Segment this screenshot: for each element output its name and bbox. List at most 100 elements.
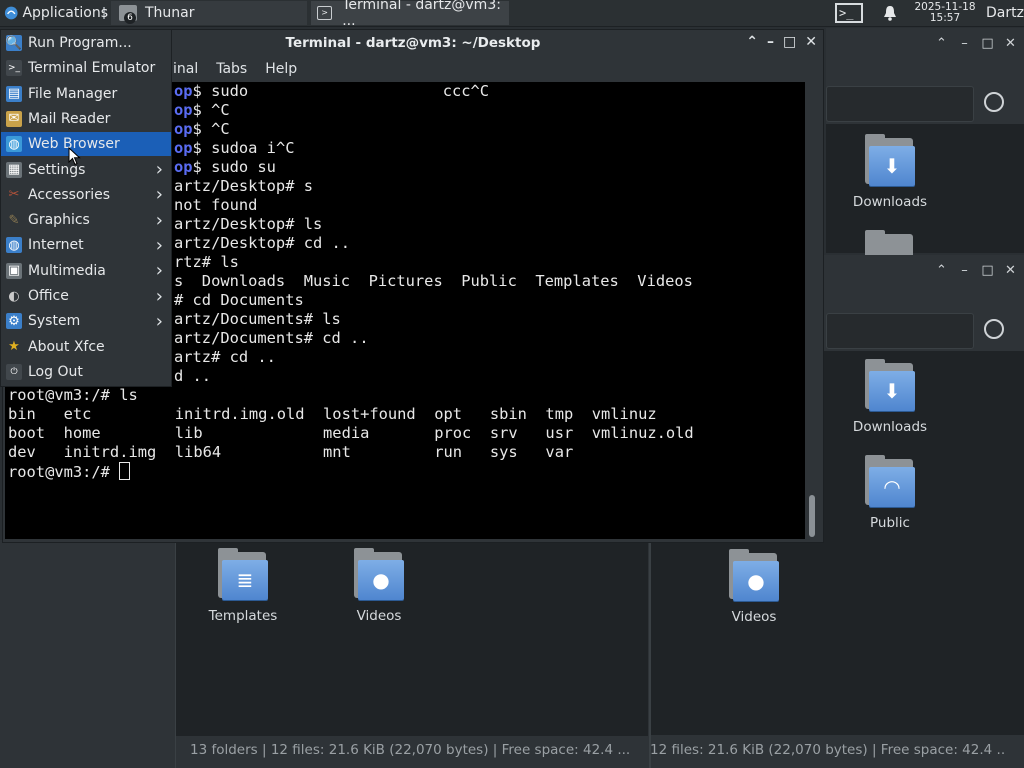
folder-label: Videos xyxy=(731,609,777,625)
file-manager-window-top-right: ⌃ – □ ✕ ⬇ Downloads xyxy=(826,28,1024,280)
prompt-fragment: op xyxy=(174,101,193,119)
folder-label: Downloads xyxy=(852,419,928,435)
menu-item-file-manager[interactable]: ▤ File Manager xyxy=(1,82,171,106)
folder-videos[interactable]: ● Videos xyxy=(329,548,429,624)
menu-item-run-program[interactable]: 🔍 Run Program... xyxy=(1,31,171,55)
terminal-text: artz/Documents# cd .. xyxy=(174,329,369,347)
restore-icon[interactable]: ⌃ xyxy=(934,263,949,278)
thunar-task-button[interactable]: 6 Thunar xyxy=(110,0,308,26)
mouse-pointer-icon xyxy=(68,147,81,166)
taskbar: Applications 6 Thunar > Terminal - dartz… xyxy=(0,0,1024,29)
maximize-icon[interactable]: □ xyxy=(783,34,796,50)
applications-menu: 🔍 Run Program... >_ Terminal Emulator ▤ File … xyxy=(0,29,172,387)
minimize-icon[interactable]: – xyxy=(957,263,972,278)
terminal-line: boot home lib media proc srv usr vmlinuz… xyxy=(8,424,694,443)
thunar-icon: 6 xyxy=(119,5,137,24)
logout-icon: ⏻ xyxy=(6,363,22,380)
maximize-icon[interactable]: □ xyxy=(980,36,995,51)
menu-tabs[interactable]: Tabs xyxy=(216,61,247,77)
globe-icon: ◍ xyxy=(6,136,22,153)
terminal-text: root@vm3:/# ls xyxy=(8,386,138,404)
menu-item-label: Office xyxy=(28,288,69,304)
menu-help[interactable]: Help xyxy=(265,61,297,77)
menu-item-system[interactable]: ⚙ System › xyxy=(1,309,171,333)
menu-item-about-xfce[interactable]: ★ About Xfce xyxy=(1,335,171,359)
star-icon: ★ xyxy=(8,339,20,355)
office-icon: ◐ xyxy=(8,288,20,304)
terminal-text: bin etc initrd.img.old lost+found opt sb… xyxy=(8,405,657,423)
maximize-icon[interactable]: □ xyxy=(980,263,995,278)
applications-menu-button[interactable]: Applications xyxy=(0,0,108,26)
clock[interactable]: 2025-11-18 15:57 xyxy=(906,0,984,26)
prompt-fragment: op xyxy=(174,139,193,157)
folder-downloads[interactable]: ⬇ Downloads xyxy=(840,359,940,435)
chevron-right-icon: › xyxy=(155,209,163,231)
search-icon[interactable] xyxy=(984,92,1004,112)
close-icon[interactable]: ✕ xyxy=(1003,36,1018,51)
notification-bell-icon[interactable] xyxy=(878,0,902,26)
folder-public[interactable]: ◠ Public xyxy=(840,455,940,531)
minimize-icon[interactable]: – xyxy=(957,36,972,51)
folder-label: Templates xyxy=(208,608,278,624)
menu-item-label: Terminal Emulator xyxy=(28,60,156,77)
folder-label: Videos xyxy=(356,608,402,624)
menu-item-label: About Xfce xyxy=(28,338,105,355)
scrollbar-thumb[interactable] xyxy=(809,495,815,537)
location-bar[interactable] xyxy=(826,86,974,122)
terminal-launcher-icon[interactable]: >_ xyxy=(832,0,866,26)
multimedia-icon: ▣ xyxy=(6,262,22,279)
menu-item-label: Log Out xyxy=(28,363,83,380)
terminal-text: root@vm3:/# xyxy=(8,463,120,481)
folder-downloads[interactable]: ⬇ Downloads xyxy=(840,134,940,210)
terminal-text: artz/Desktop# cd .. xyxy=(174,234,351,252)
system-icon: ⚙ xyxy=(6,313,22,330)
minimize-icon[interactable]: – xyxy=(767,34,774,50)
menu-item-settings[interactable]: ▦ Settings › xyxy=(1,158,171,182)
terminal-text: s Downloads Music Pictures Public Templa… xyxy=(174,272,693,290)
terminal-icon: > xyxy=(317,6,333,20)
terminal-text: boot home lib media proc srv usr vmlinuz… xyxy=(8,424,694,442)
close-icon[interactable]: ✕ xyxy=(805,34,817,50)
menu-item-label: Graphics xyxy=(28,212,90,229)
folder-label: Public xyxy=(870,515,910,531)
terminal-task-button[interactable]: > Terminal - dartz@vm3: ... xyxy=(310,0,510,29)
search-icon: 🔍 xyxy=(5,35,23,51)
menu-item-multimedia[interactable]: ▣ Multimedia › xyxy=(1,259,171,283)
settings-icon: ▦ xyxy=(6,161,22,178)
terminal-text: $ sudoa i^C xyxy=(192,139,295,157)
user-menu[interactable]: Dartz xyxy=(986,0,1024,26)
sidebar-divider xyxy=(175,540,176,768)
prompt-fragment: op xyxy=(174,158,193,176)
folder-templates[interactable]: ≣ Templates xyxy=(193,548,293,624)
menu-terminal[interactable]: inal xyxy=(173,61,198,77)
menu-item-accessories[interactable]: ✂ Accessories › xyxy=(1,183,171,207)
menu-item-label: Accessories xyxy=(28,186,111,203)
xfce-logo-icon xyxy=(4,6,18,20)
menu-item-internet[interactable]: ◍ Internet › xyxy=(1,233,171,257)
prompt-fragment: op xyxy=(174,120,193,138)
close-icon[interactable]: ✕ xyxy=(1003,263,1018,278)
restore-icon[interactable]: ⌃ xyxy=(934,36,949,51)
terminal-text: $ ^C xyxy=(192,120,230,138)
search-icon[interactable] xyxy=(984,319,1004,339)
menu-item-web-browser[interactable]: ◍ Web Browser xyxy=(1,132,171,157)
terminal-line: dev initrd.img lib64 mnt run sys var xyxy=(8,443,694,462)
terminal-scrollbar[interactable] xyxy=(805,82,819,539)
menu-item-log-out[interactable]: ⏻ Log Out xyxy=(1,360,171,384)
location-bar[interactable] xyxy=(826,313,974,349)
menu-item-label: Mail Reader xyxy=(28,110,111,127)
restore-icon[interactable]: ⌃ xyxy=(746,34,758,50)
terminal-line: root@vm3:/# ls xyxy=(8,386,694,405)
terminal-task-label: Terminal - dartz@vm3: ... xyxy=(342,0,501,29)
menu-item-terminal-emulator[interactable]: >_ Terminal Emulator xyxy=(1,56,171,80)
chevron-right-icon: › xyxy=(155,310,163,332)
menu-item-mail-reader[interactable]: ✉ Mail Reader xyxy=(1,107,171,131)
status-bar-left: 13 folders | 12 files: 21.6 KiB (22,070 … xyxy=(190,742,630,758)
folder-videos[interactable]: ● Videos xyxy=(704,549,804,625)
menu-item-graphics[interactable]: ✎ Graphics › xyxy=(1,208,171,232)
thunar-window-count: 6 xyxy=(124,12,136,24)
thunar-task-label: Thunar xyxy=(145,5,195,21)
chevron-right-icon: › xyxy=(155,285,163,307)
menu-item-office[interactable]: ◐ Office › xyxy=(1,284,171,308)
window-controls: ⌃ – □ ✕ xyxy=(746,34,817,50)
